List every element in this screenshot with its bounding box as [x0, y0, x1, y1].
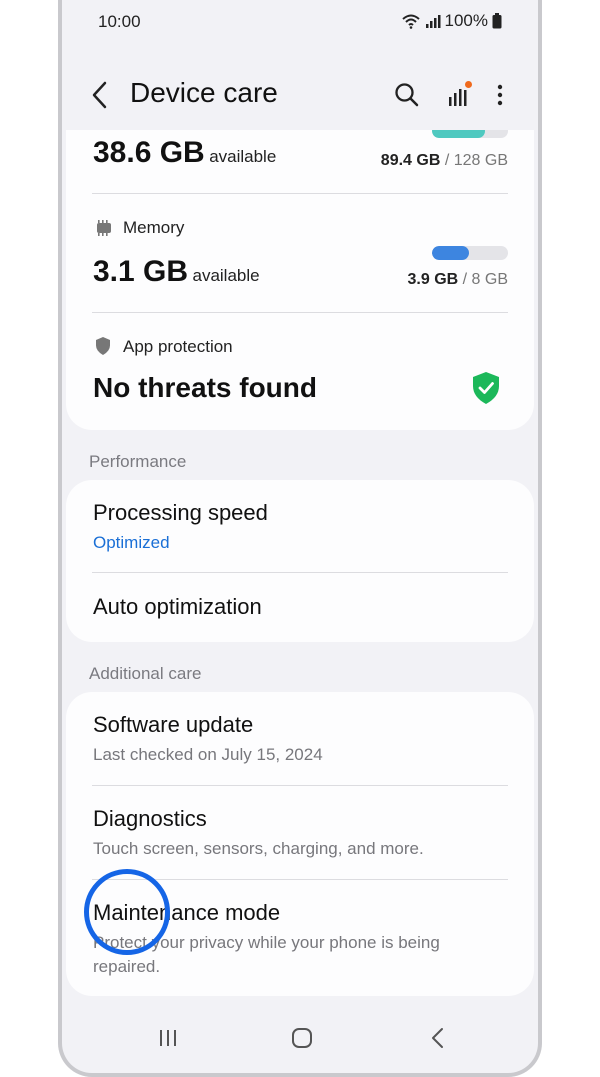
memory-available-label: available	[192, 266, 260, 285]
section-label-performance: Performance	[89, 452, 187, 471]
memory-bar-fill	[432, 246, 470, 260]
search-icon	[395, 83, 419, 107]
memory-usage: 3.9 GB / 8 GB	[408, 271, 509, 289]
shield-check-icon	[473, 372, 499, 404]
storage-bar-fill	[432, 130, 486, 138]
signal-bars-icon	[449, 81, 472, 106]
app-protection-label: App protection	[123, 337, 233, 356]
page-title: Device care	[130, 77, 278, 108]
memory-total: / 8 GB	[462, 271, 508, 288]
recents-button[interactable]	[150, 1023, 186, 1053]
home-icon	[292, 1028, 312, 1048]
processing-speed-value: Optimized	[93, 533, 170, 552]
storage-bar	[432, 130, 508, 138]
more-options-button[interactable]	[490, 80, 510, 110]
diagnostics-subtitle: Touch screen, sensors, charging, and mor…	[93, 839, 424, 858]
divider	[92, 312, 508, 313]
memory-bar	[432, 246, 508, 260]
memory-amount: 3.1 GB	[93, 255, 189, 288]
diagnostics-item[interactable]: Diagnostics Touch screen, sensors, charg…	[66, 786, 534, 879]
back-button[interactable]	[86, 78, 116, 112]
performance-card: Processing speed Optimized Auto optimiza…	[66, 480, 534, 642]
processing-speed-title: Processing speed	[93, 500, 268, 525]
chevron-left-icon	[92, 81, 107, 109]
touch-indicator	[84, 869, 170, 955]
recents-icon	[160, 1030, 176, 1046]
app-protection-status: No threats found	[93, 372, 317, 403]
cell-signal-icon	[425, 15, 441, 28]
back-nav-icon	[432, 1028, 443, 1048]
memory-available: 3.1 GB available	[93, 255, 260, 289]
storage-available-label: available	[209, 147, 277, 166]
auto-optimization-title: Auto optimization	[93, 594, 262, 619]
software-update-item[interactable]: Software update Last checked on July 15,…	[66, 692, 534, 784]
back-nav-button[interactable]	[420, 1023, 456, 1053]
auto-optimization-item[interactable]: Auto optimization	[66, 573, 534, 642]
status-time: 10:00	[98, 12, 141, 31]
diagnostics-title: Diagnostics	[93, 806, 207, 831]
battery-icon	[492, 13, 502, 29]
storage-amount: 38.6 GB	[93, 136, 205, 169]
software-update-subtitle: Last checked on July 15, 2024	[93, 745, 323, 764]
memory-label: Memory	[123, 218, 185, 237]
wifi-icon	[401, 14, 420, 29]
battery-percent: 100%	[444, 11, 488, 30]
storage-usage: 89.4 GB / 128 GB	[381, 152, 508, 170]
search-button[interactable]	[392, 80, 422, 110]
app-header: Device care	[62, 60, 538, 130]
processing-speed-item[interactable]: Processing speed Optimized	[66, 480, 534, 572]
more-vertical-icon	[497, 84, 503, 106]
status-card: 38.6 GB available 89.4 GB / 128 GB Memor…	[66, 130, 534, 430]
storage-used: 89.4 GB	[380, 152, 441, 169]
home-button[interactable]	[284, 1023, 320, 1053]
status-bar: 10:00 100%	[62, 0, 538, 44]
stats-button[interactable]	[444, 80, 474, 110]
shield-icon	[96, 337, 110, 355]
storage-available: 38.6 GB available	[93, 136, 276, 170]
storage-total: / 128 GB	[444, 152, 508, 169]
memory-used: 3.9 GB	[407, 271, 459, 288]
software-update-title: Software update	[93, 712, 254, 737]
divider	[92, 193, 508, 194]
memory-chip-icon	[97, 220, 111, 236]
navigation-bar	[62, 1003, 538, 1073]
status-icons: 100%	[401, 11, 502, 31]
section-label-additional-care: Additional care	[89, 664, 202, 683]
